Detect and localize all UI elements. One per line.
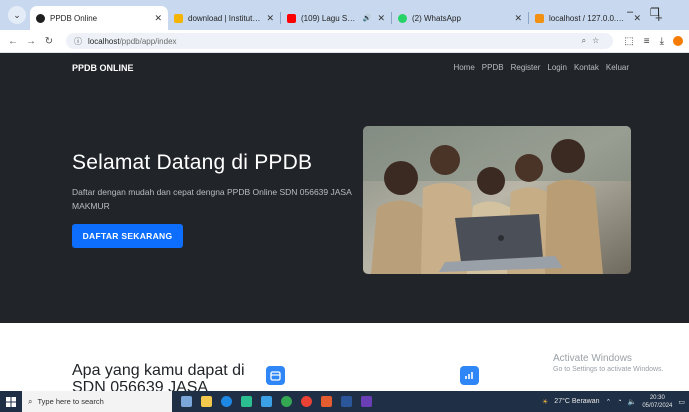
profile-avatar-icon[interactable]: [673, 36, 683, 46]
windows-taskbar: ⌕ Type here to search ☀ 27°C Berawan ⌃ ◔…: [0, 391, 689, 412]
chevron-down-icon: ⌄: [13, 9, 21, 20]
chart-icon: [460, 366, 479, 385]
activate-windows-watermark: Activate Windows Go to Settings to activ…: [553, 353, 664, 373]
browser-toolbar: ← → ↻ ⓘ localhost /ppdb/app/index ⌕☆ ⬚ ≡…: [0, 30, 689, 53]
hero-photo-students-laptop: [363, 126, 631, 274]
section-features-title: Apa yang kamu dapat di SDN 056639 JASA: [72, 362, 245, 391]
app-icon[interactable]: [361, 396, 372, 407]
task-view-icon[interactable]: [181, 396, 192, 407]
clock-time: 20:30: [649, 394, 665, 401]
xampp-icon[interactable]: [321, 396, 332, 407]
nav-kontak[interactable]: Kontak: [574, 63, 599, 72]
top-nav: Home PPDB Register Login Kontak Keluar: [453, 63, 629, 72]
tab-search-button[interactable]: ⌄: [8, 6, 26, 24]
tray-chevron-icon[interactable]: ⌃: [606, 398, 612, 406]
reload-icon[interactable]: ↻: [42, 36, 56, 47]
back-icon[interactable]: ←: [6, 36, 20, 47]
url-path: /ppdb/app/index: [119, 36, 177, 46]
hero-section: PPDB ONLINE Home PPDB Register Login Kon…: [0, 53, 689, 323]
weather-text[interactable]: 27°C Berawan: [554, 398, 599, 405]
forward-icon[interactable]: →: [24, 36, 38, 47]
windows-start-icon[interactable]: [0, 391, 22, 412]
youtube-icon: [287, 13, 296, 23]
tab-title: localhost / 127.0.0.1 / db_p...: [549, 13, 627, 23]
chrome-profile-icon[interactable]: [301, 396, 312, 407]
tab-whatsapp[interactable]: (2) WhatsApp ✕: [392, 6, 528, 30]
network-icon[interactable]: ◔: [617, 398, 621, 405]
chrome-icon[interactable]: [281, 396, 292, 407]
close-icon[interactable]: ✕: [633, 13, 641, 24]
phpmyadmin-icon: [535, 13, 544, 23]
maximize-icon[interactable]: ❐: [650, 6, 660, 19]
nav-login[interactable]: Login: [547, 63, 567, 72]
notification-icon[interactable]: ▭: [678, 398, 685, 406]
site-favicon-icon: [174, 13, 183, 23]
nav-register[interactable]: Register: [511, 63, 541, 72]
close-icon[interactable]: ✕: [266, 13, 274, 24]
nav-ppdb[interactable]: PPDB: [482, 63, 504, 72]
tab-title: PPDB Online: [50, 13, 98, 23]
download-icon[interactable]: ⤓: [660, 36, 664, 47]
zoom-bookmark-icons[interactable]: ⌕☆: [582, 36, 606, 46]
minimize-icon[interactable]: –: [627, 6, 633, 18]
extensions-icon[interactable]: ⬚: [624, 36, 633, 47]
search-placeholder: Type here to search: [37, 397, 104, 406]
edge-icon[interactable]: [221, 396, 232, 407]
nav-keluar[interactable]: Keluar: [606, 63, 629, 72]
search-icon: ⌕: [28, 396, 33, 406]
address-bar[interactable]: ⓘ localhost /ppdb/app/index ⌕☆: [66, 33, 614, 49]
file-explorer-icon[interactable]: [201, 396, 212, 407]
whatsapp-icon: [398, 13, 407, 23]
page-content: PPDB ONLINE Home PPDB Register Login Kon…: [0, 53, 689, 391]
tab-title: (2) WhatsApp: [412, 13, 461, 23]
watermark-subtitle: Go to Settings to activate Windows.: [553, 366, 664, 373]
site-info-icon[interactable]: ⓘ: [74, 36, 82, 47]
close-icon[interactable]: ✕: [514, 13, 522, 24]
tab-download[interactable]: download | Institut Teknolo... ✕: [168, 6, 280, 30]
watermark-title: Activate Windows: [553, 353, 632, 364]
taskbar-clock[interactable]: 20:30 05/07/2024: [642, 394, 672, 410]
hero-subtitle: Daftar dengan mudah dan cepat dengna PPD…: [72, 187, 352, 211]
tab-title: (109) Lagu Santai Saat...: [301, 13, 359, 23]
taskbar-search-box[interactable]: ⌕ Type here to search: [22, 391, 172, 412]
nav-home[interactable]: Home: [453, 63, 474, 72]
feature-card-icon: [266, 366, 285, 385]
register-now-button[interactable]: DAFTAR SEKARANG: [72, 224, 183, 248]
system-tray: ☀ 27°C Berawan ⌃ ◔ 🔈 20:30 05/07/2024 ▭: [542, 394, 689, 410]
reading-list-icon[interactable]: ≡: [644, 36, 650, 47]
clock-date: 05/07/2024: [642, 402, 673, 409]
volume-icon[interactable]: 🔈: [628, 398, 637, 406]
store-icon[interactable]: [241, 396, 252, 407]
tab-ppdb-online[interactable]: PPDB Online ✕: [30, 6, 168, 30]
word-icon[interactable]: [341, 396, 352, 407]
browser-tab-strip: ⌄ PPDB Online ✕ download | Institut Tekn…: [0, 0, 689, 30]
hero-title: Selamat Datang di PPDB: [72, 151, 313, 174]
tab-youtube[interactable]: (109) Lagu Santai Saat... 🔊 ✕: [281, 6, 391, 30]
weather-icon: ☀: [542, 398, 549, 406]
close-icon[interactable]: ✕: [377, 13, 385, 24]
globe-icon: [36, 13, 45, 23]
speaker-icon[interactable]: 🔊: [363, 14, 372, 22]
tab-title: download | Institut Teknolo...: [188, 13, 260, 23]
url-host: localhost: [88, 36, 120, 46]
close-icon[interactable]: ✕: [154, 13, 162, 24]
vscode-icon[interactable]: [261, 396, 272, 407]
site-brand[interactable]: PPDB ONLINE: [72, 63, 134, 73]
